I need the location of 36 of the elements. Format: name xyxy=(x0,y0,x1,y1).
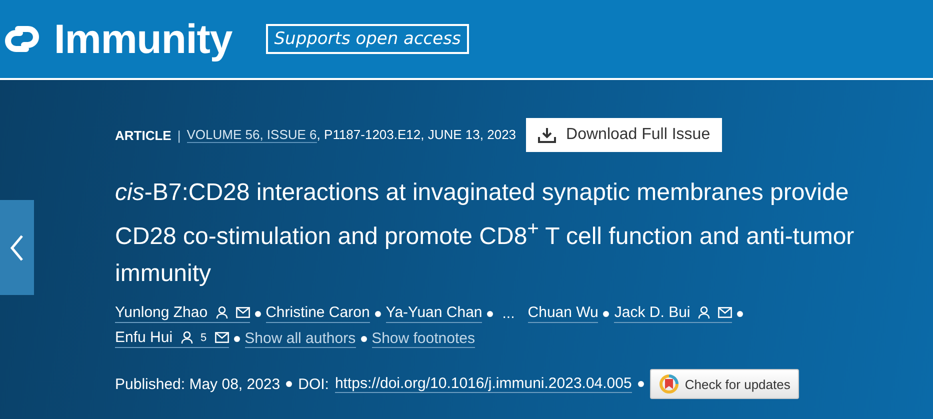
email-icon[interactable] xyxy=(214,332,229,343)
doi-label: DOI: xyxy=(298,376,329,392)
issue-link[interactable]: VOLUME 56, ISSUE 6 xyxy=(186,127,317,143)
citation-text: , P1187-1203.E12, JUNE 13, 2023 xyxy=(316,127,516,143)
open-access-badge: Supports open access xyxy=(266,24,469,54)
separator-dot xyxy=(374,310,381,316)
author-link[interactable]: Yunlong Zhao xyxy=(115,304,250,323)
email-icon[interactable] xyxy=(236,307,250,318)
email-icon[interactable] xyxy=(718,307,732,318)
journal-title[interactable]: Immunity xyxy=(54,16,232,62)
show-link[interactable]: Show all authors xyxy=(244,330,356,348)
download-button[interactable]: Download Full Issue xyxy=(526,118,722,152)
bookmark-icon xyxy=(658,374,679,394)
article-type: ARTICLE xyxy=(115,128,172,142)
published-date: Published: May 08, 2023 xyxy=(115,376,280,392)
separator-dot xyxy=(286,381,292,387)
separator-dot xyxy=(487,310,494,316)
article-title: cis-B7:CD28 interactions at invaginated synaptic membranes provide CD28 co-stimulation and promote CD8$^{+}$ T cell function and anti-tumor immunity xyxy=(115,178,856,289)
download-icon xyxy=(538,127,556,143)
check-updates-button[interactable]: Check for updates xyxy=(650,369,800,399)
previous-button[interactable] xyxy=(0,200,34,295)
separator-dot xyxy=(638,381,644,387)
separator-dot xyxy=(603,310,610,316)
doi-link[interactable]: https://doi.org/10.1016/j.immuni.2023.04.005 xyxy=(334,375,632,393)
separator-dot xyxy=(254,310,261,316)
ellipsis: ... xyxy=(501,305,516,322)
author-link[interactable]: Jack D. Bui xyxy=(614,304,732,323)
meta-separator: | xyxy=(177,128,181,142)
show-link[interactable]: Show footnotes xyxy=(372,330,475,348)
author-link[interactable]: Christine Caron xyxy=(266,304,370,323)
separator-dot xyxy=(234,336,240,342)
separator-dot xyxy=(360,336,367,342)
separator-dot xyxy=(737,310,744,316)
chevron-left-icon xyxy=(9,234,25,262)
author-link[interactable]: Ya-Yuan Chan xyxy=(386,304,482,323)
author-link[interactable]: Chuan Wu xyxy=(528,304,598,323)
